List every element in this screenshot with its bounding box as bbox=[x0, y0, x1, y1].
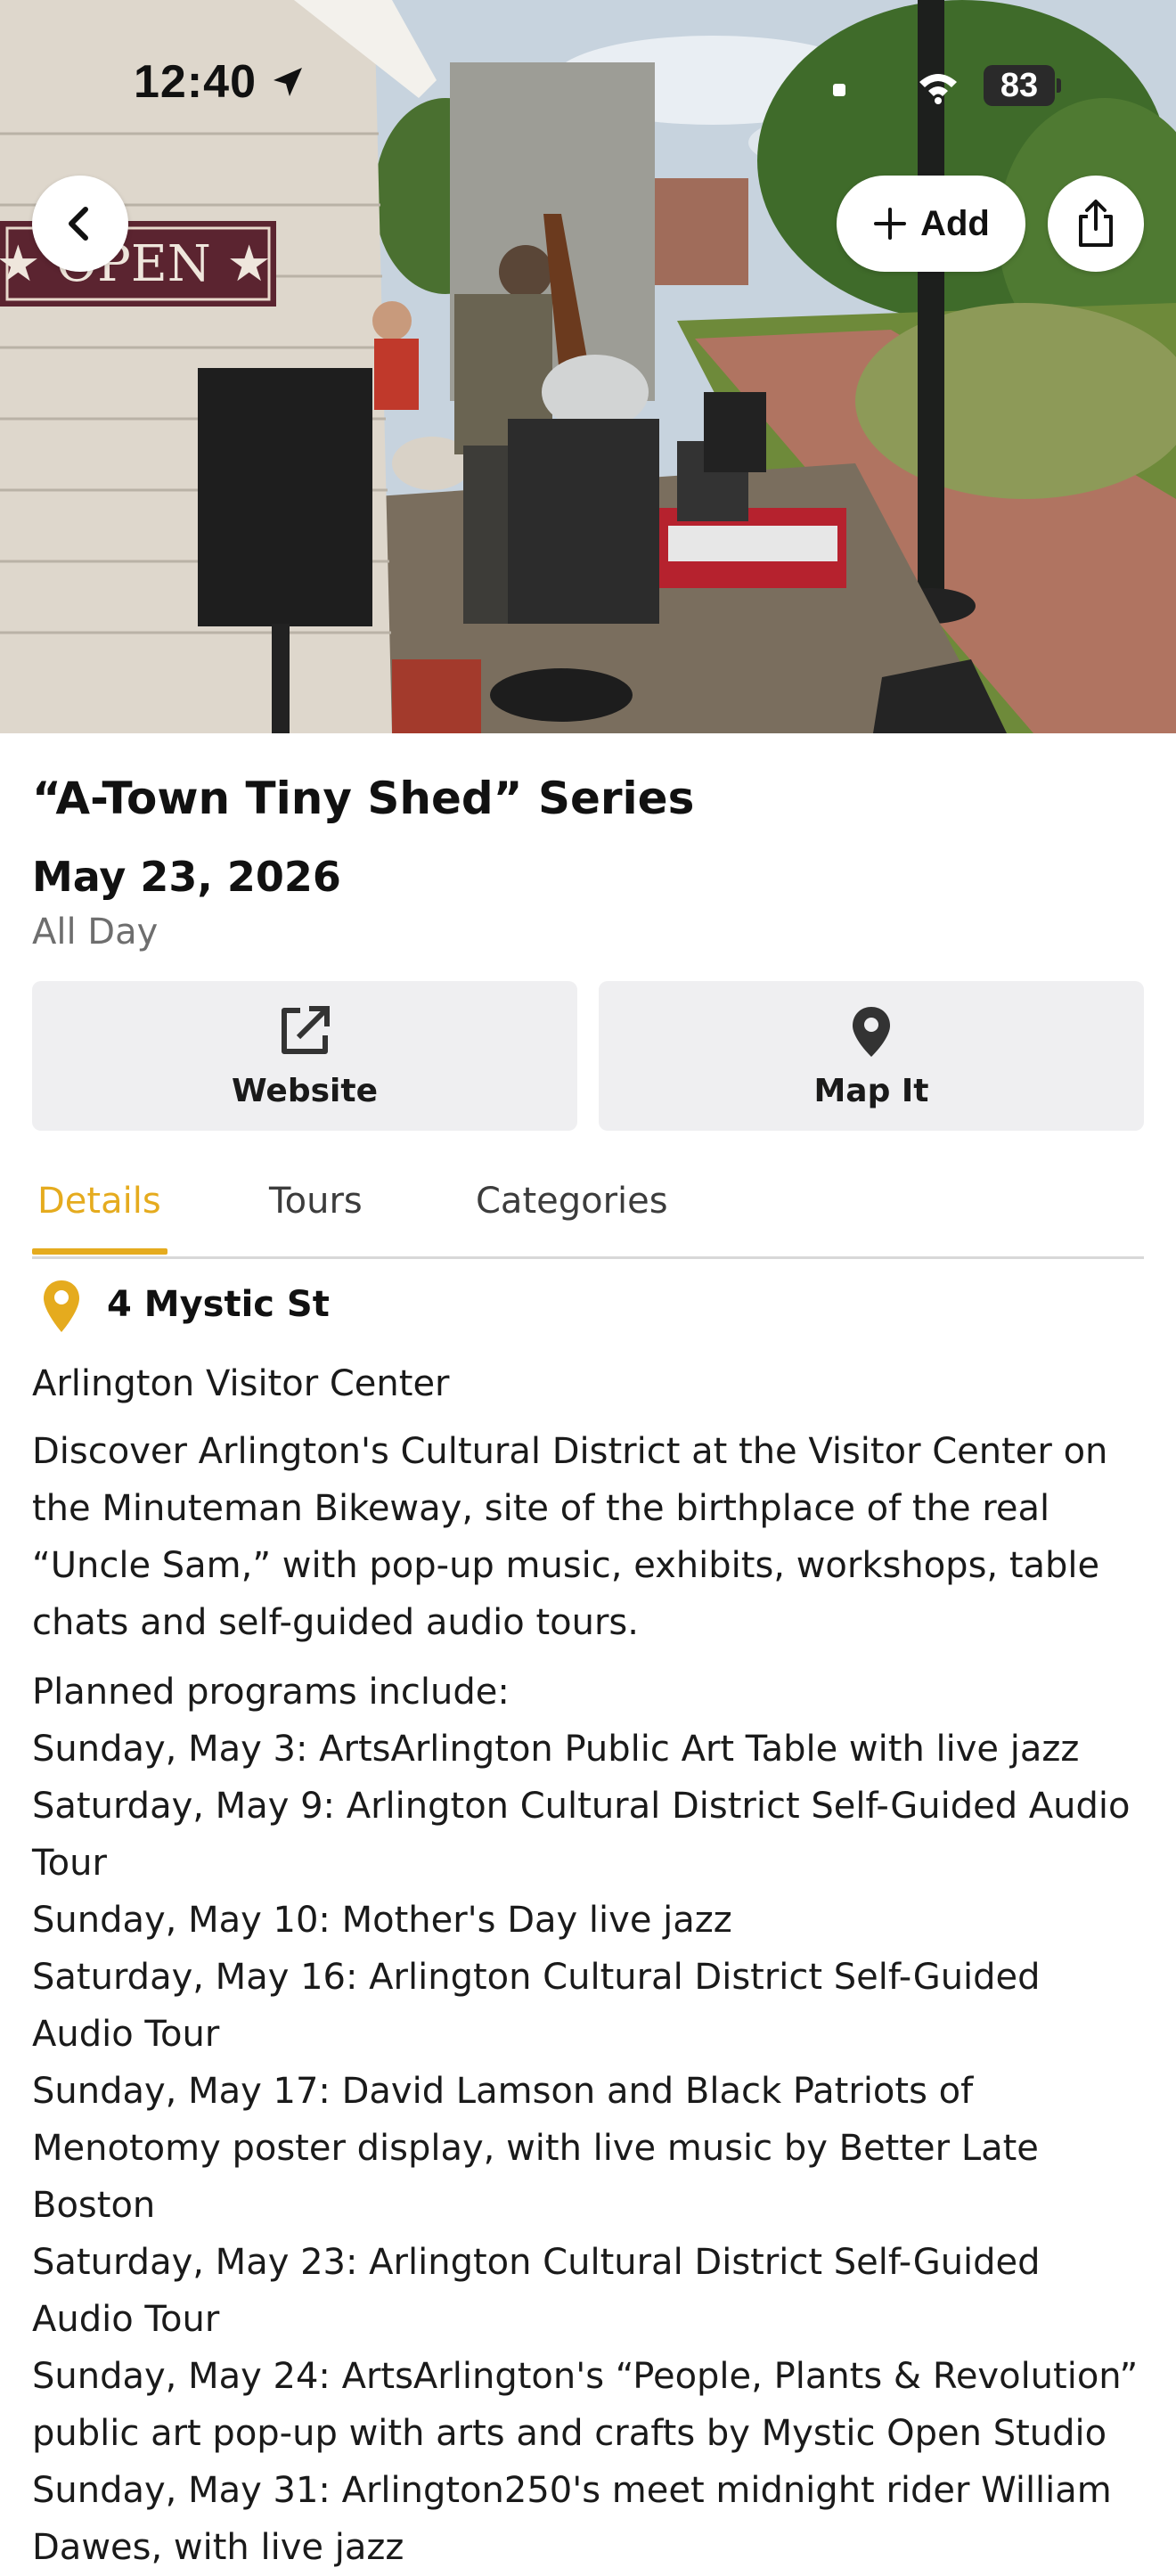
programs-intro: Planned programs include: bbox=[32, 1672, 510, 1713]
add-button[interactable]: Add bbox=[837, 176, 1025, 272]
tab-details[interactable]: Details bbox=[37, 1181, 161, 1222]
program-item: Sunday, May 17: David Lamson and Black P… bbox=[32, 2071, 1039, 2226]
map-it-button[interactable]: Map It bbox=[599, 981, 1144, 1131]
map-it-button-label: Map It bbox=[813, 1072, 929, 1109]
wifi-icon bbox=[919, 74, 957, 104]
map-pin-icon bbox=[853, 1006, 890, 1057]
chevron-left-icon bbox=[69, 207, 88, 241]
venue-name: Arlington Visitor Center bbox=[32, 1363, 450, 1404]
website-button-label: Website bbox=[231, 1072, 378, 1109]
event-time: All Day bbox=[32, 912, 159, 953]
location-arrow-icon bbox=[274, 68, 302, 96]
back-button[interactable] bbox=[32, 176, 128, 272]
plus-icon bbox=[874, 208, 907, 240]
program-item: Sunday, May 24: ArtsArlington's “People,… bbox=[32, 2356, 1139, 2454]
detail-tabs: Details Tours Categories bbox=[32, 1161, 1144, 1259]
event-title: “A-Town Tiny Shed” Series bbox=[32, 773, 695, 824]
event-description: Discover Arlington's Cultural District a… bbox=[32, 1423, 1144, 1651]
share-button[interactable] bbox=[1048, 176, 1144, 272]
program-item: Sunday, May 10: Mother's Day live jazz bbox=[32, 1900, 732, 1941]
event-date: May 23, 2026 bbox=[32, 853, 341, 901]
description-text: Discover Arlington's Cultural District a… bbox=[32, 1431, 1108, 1643]
add-button-label: Add bbox=[920, 203, 990, 243]
program-item: Saturday, May 9: Arlington Cultural Dist… bbox=[32, 1786, 1131, 1884]
event-photo: ★ OPEN ★ 12:40 83 Add bbox=[0, 0, 1176, 733]
tab-categories[interactable]: Categories bbox=[476, 1181, 668, 1222]
status-bar: 12:40 83 bbox=[0, 0, 1176, 134]
battery-indicator: 83 bbox=[984, 65, 1061, 106]
program-item: Saturday, May 16: Arlington Cultural Dis… bbox=[32, 1957, 1041, 2055]
tab-tours[interactable]: Tours bbox=[269, 1181, 363, 1222]
active-tab-indicator bbox=[32, 1248, 167, 1255]
status-time: 12:40 bbox=[134, 56, 257, 108]
program-item: Sunday, May 31: Arlington250's meet midn… bbox=[32, 2470, 1112, 2568]
location-pin-icon bbox=[44, 1280, 79, 1332]
website-button[interactable]: Website bbox=[32, 981, 577, 1131]
program-item: Saturday, May 23: Arlington Cultural Dis… bbox=[32, 2242, 1041, 2340]
event-address: 4 Mystic St bbox=[107, 1284, 330, 1325]
external-link-icon bbox=[282, 1005, 330, 1054]
programs-list: Planned programs include: Sunday, May 3:… bbox=[32, 1664, 1144, 2576]
share-icon bbox=[1079, 200, 1113, 247]
program-item: Sunday, May 3: ArtsArlington Public Art … bbox=[32, 1729, 1080, 1770]
cellular-signal-icon bbox=[833, 84, 845, 96]
